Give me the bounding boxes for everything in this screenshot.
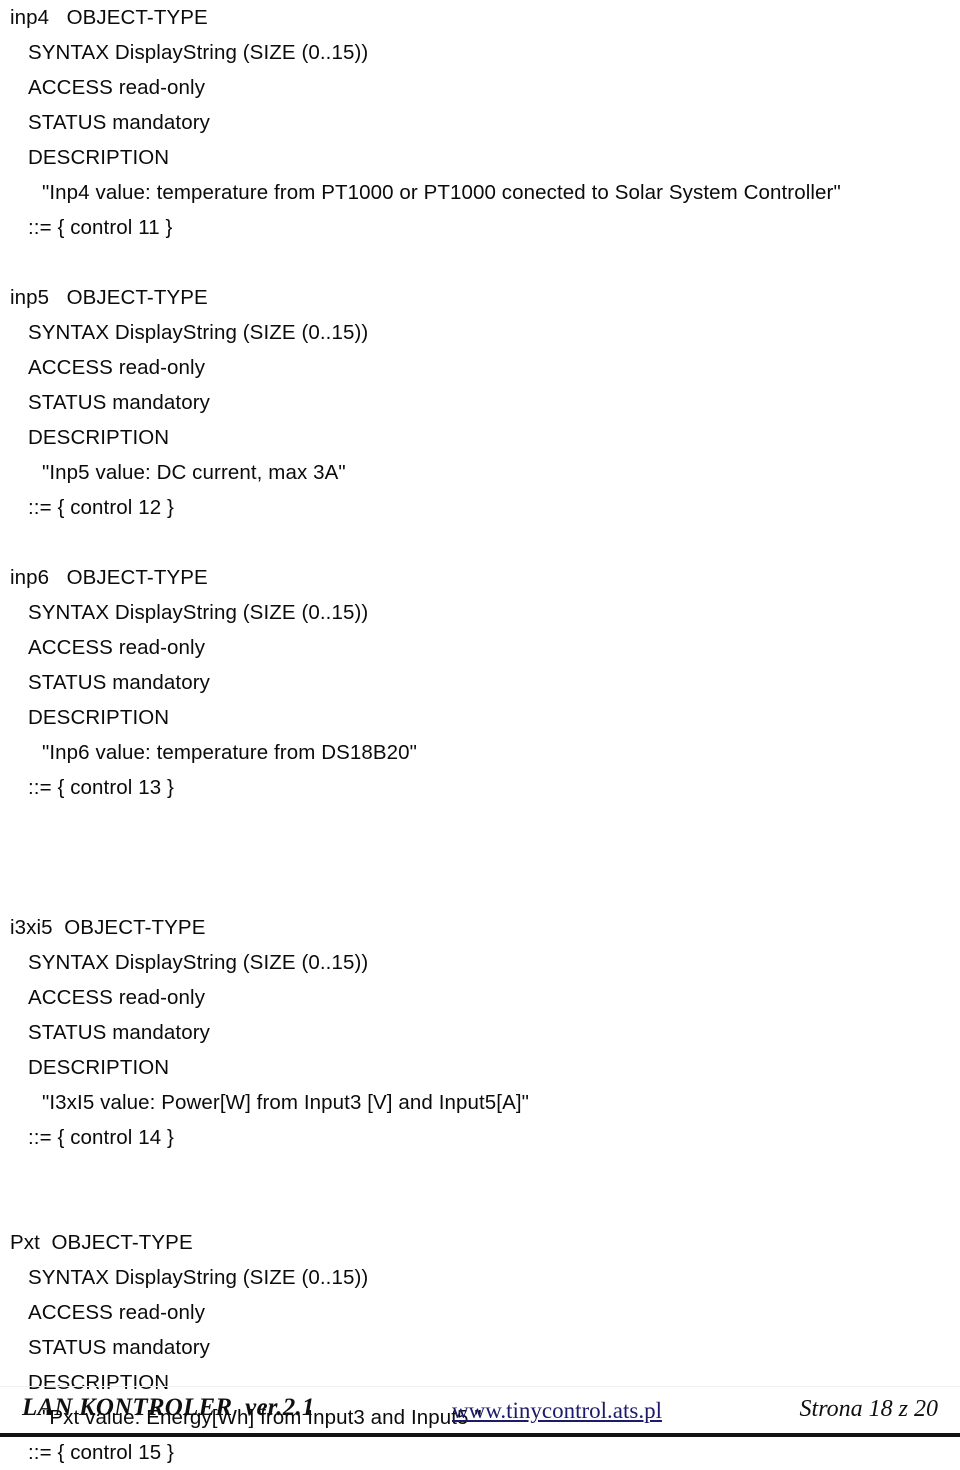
object-name-gap xyxy=(49,566,66,589)
object-keyword: OBJECT-TYPE xyxy=(51,1231,193,1254)
object-name-gap xyxy=(49,286,66,309)
access-line: ACCESS read-only xyxy=(28,986,206,1009)
access-line: ACCESS read-only xyxy=(28,636,206,659)
object-name-gap xyxy=(53,916,65,939)
document-page: inp4 OBJECT-TYPE SYNTAX DisplayString (S… xyxy=(0,0,960,1464)
status-line: STATUS mandatory xyxy=(28,1021,210,1044)
status-line: STATUS mandatory xyxy=(28,1336,210,1359)
object-keyword: OBJECT-TYPE xyxy=(66,566,208,589)
object-name-gap xyxy=(49,6,66,29)
page-footer: LAN KONTROLER ver.2.1 www.tinycontrol.at… xyxy=(0,1386,960,1440)
assignment-line: ::= { control 12 } xyxy=(28,496,174,519)
description-value: "Inp4 value: temperature from PT1000 or … xyxy=(42,181,841,204)
syntax-line: SYNTAX DisplayString (SIZE (0..15)) xyxy=(28,1266,369,1289)
description-value: "I3xI5 value: Power[W] from Input3 [V] a… xyxy=(42,1091,530,1114)
mib-object-block: inp5 OBJECT-TYPE SYNTAX DisplayString (S… xyxy=(0,280,960,525)
description-label: DESCRIPTION xyxy=(28,1056,170,1079)
assignment-line: ::= { control 15 } xyxy=(28,1441,174,1464)
status-line: STATUS mandatory xyxy=(28,111,210,134)
status-line: STATUS mandatory xyxy=(28,671,210,694)
footer-page-number: Strona 18 z 20 xyxy=(799,1396,938,1422)
description-label: DESCRIPTION xyxy=(28,706,170,729)
status-line: STATUS mandatory xyxy=(28,391,210,414)
object-keyword: OBJECT-TYPE xyxy=(64,916,206,939)
object-header-line: inp5 OBJECT-TYPE xyxy=(0,280,960,315)
mib-object-block: inp4 OBJECT-TYPE SYNTAX DisplayString (S… xyxy=(0,0,960,245)
object-name: Pxt xyxy=(10,1231,40,1254)
description-value: "Inp5 value: DC current, max 3A" xyxy=(42,461,346,484)
access-line: ACCESS read-only xyxy=(28,356,206,379)
assignment-line: ::= { control 13 } xyxy=(28,776,174,799)
object-name: i3xi5 xyxy=(10,916,53,939)
object-keyword: OBJECT-TYPE xyxy=(66,6,208,29)
syntax-line: SYNTAX DisplayString (SIZE (0..15)) xyxy=(28,601,369,624)
assignment-line: ::= { control 14 } xyxy=(28,1126,174,1149)
object-header-line: Pxt OBJECT-TYPE xyxy=(0,1225,960,1260)
object-header-line: inp6 OBJECT-TYPE xyxy=(0,560,960,595)
object-name-gap xyxy=(40,1231,52,1254)
syntax-line: SYNTAX DisplayString (SIZE (0..15)) xyxy=(28,321,369,344)
access-line: ACCESS read-only xyxy=(28,1301,206,1324)
object-name: inp4 xyxy=(10,6,50,29)
mib-object-block: inp6 OBJECT-TYPE SYNTAX DisplayString (S… xyxy=(0,560,960,805)
footer-top-divider xyxy=(0,1386,960,1387)
description-value: "Inp6 value: temperature from DS18B20" xyxy=(42,741,418,764)
object-header-line: i3xi5 OBJECT-TYPE xyxy=(0,910,960,945)
object-name: inp5 xyxy=(10,286,50,309)
object-keyword: OBJECT-TYPE xyxy=(66,286,208,309)
footer-content: LAN KONTROLER ver.2.1 www.tinycontrol.at… xyxy=(0,1392,960,1432)
footer-bottom-divider xyxy=(0,1433,960,1437)
syntax-line: SYNTAX DisplayString (SIZE (0..15)) xyxy=(28,41,369,64)
object-header-line: inp4 OBJECT-TYPE xyxy=(0,0,960,35)
footer-website-link[interactable]: www.tinycontrol.ats.pl xyxy=(452,1398,662,1424)
access-line: ACCESS read-only xyxy=(28,76,206,99)
description-label: DESCRIPTION xyxy=(28,426,170,449)
syntax-line: SYNTAX DisplayString (SIZE (0..15)) xyxy=(28,951,369,974)
description-label: DESCRIPTION xyxy=(28,146,170,169)
mib-object-block: i3xi5 OBJECT-TYPE SYNTAX DisplayString (… xyxy=(0,910,960,1155)
assignment-line: ::= { control 11 } xyxy=(28,216,173,239)
footer-product-name: LAN KONTROLER ver.2.1 xyxy=(22,1394,315,1421)
object-name: inp6 xyxy=(10,566,50,589)
